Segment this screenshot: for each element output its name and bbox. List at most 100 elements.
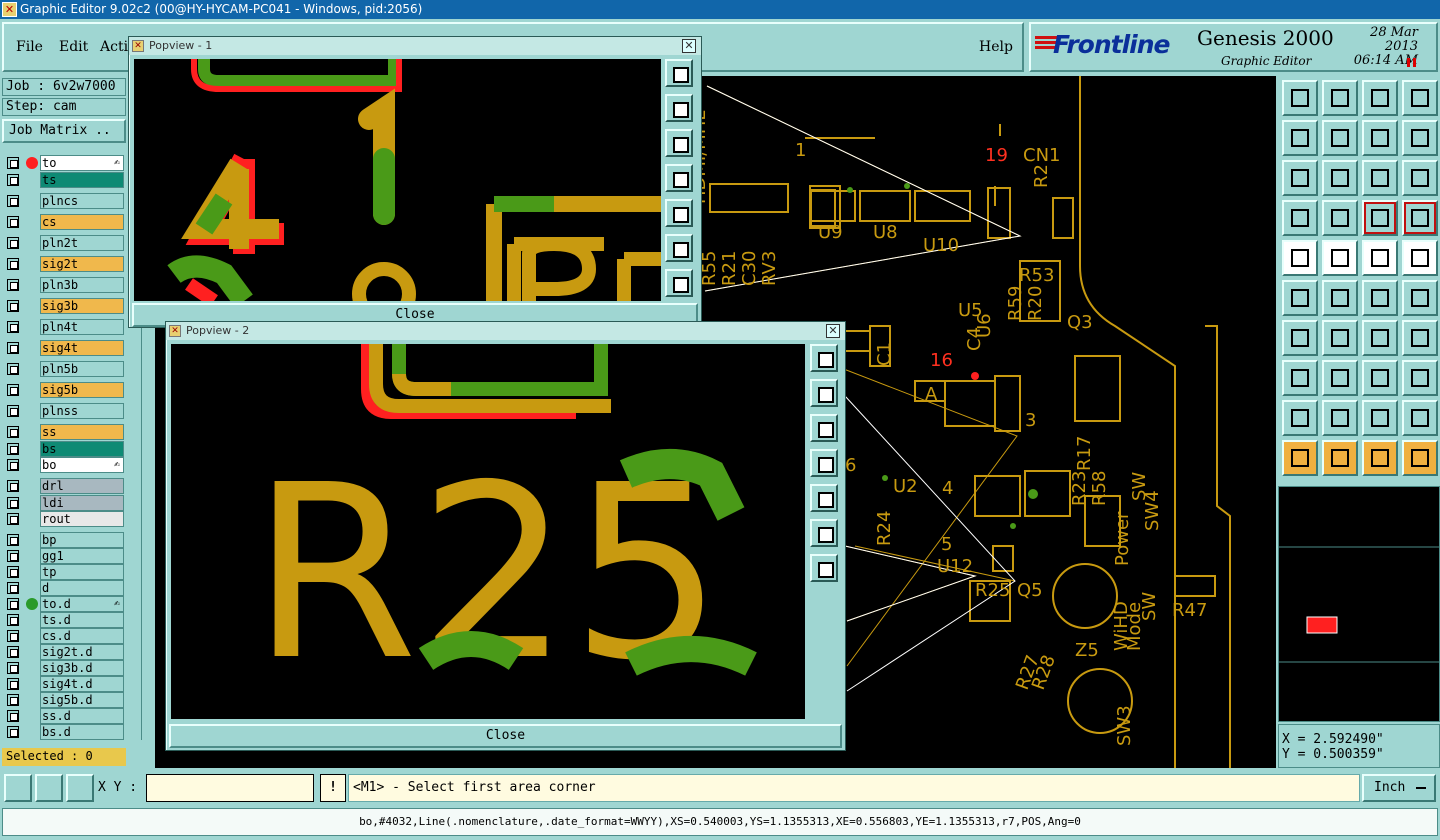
- layer-name[interactable]: plncs: [40, 193, 124, 209]
- layer-row[interactable]: sig2t: [5, 256, 125, 273]
- warning-icon[interactable]: !: [320, 774, 346, 802]
- add-pad-icon[interactable]: [1282, 360, 1318, 396]
- layer-name[interactable]: pln2t: [40, 235, 124, 251]
- net-icon[interactable]: [1362, 400, 1398, 436]
- layer-name[interactable]: sig4t: [40, 340, 124, 356]
- layer-checkbox[interactable]: [7, 678, 19, 690]
- pause-icon[interactable]: [1407, 58, 1416, 67]
- shrink-icon[interactable]: [1362, 360, 1398, 396]
- layer-name[interactable]: bp: [40, 532, 124, 548]
- layer-checkbox[interactable]: [7, 363, 19, 375]
- help-icon[interactable]: [1402, 160, 1438, 196]
- popview-2-pan-right-icon[interactable]: [810, 484, 838, 512]
- layer-row[interactable]: pln5b: [5, 361, 125, 378]
- layer-checkbox[interactable]: [7, 710, 19, 722]
- layer-checkbox[interactable]: [7, 534, 19, 546]
- layer-row[interactable]: pln4t: [5, 319, 125, 336]
- popview-2-fit-icon[interactable]: [810, 519, 838, 547]
- layer-name[interactable]: pln5b: [40, 361, 124, 377]
- triangle-icon[interactable]: [1282, 400, 1318, 436]
- popview-2-pan-left-icon[interactable]: [810, 449, 838, 477]
- layer-checkbox[interactable]: [7, 258, 19, 270]
- pointer-select-icon[interactable]: [1362, 440, 1398, 476]
- layer-row[interactable]: sig3b.d: [5, 660, 125, 677]
- layer-checkbox[interactable]: [7, 726, 19, 738]
- layer-checkbox[interactable]: [7, 513, 19, 525]
- popview-1-zoom-out-icon[interactable]: [665, 129, 693, 157]
- mini-map[interactable]: [1278, 486, 1440, 722]
- layer-checkbox[interactable]: [7, 662, 19, 674]
- layer-checkbox[interactable]: [7, 480, 19, 492]
- layer-name[interactable]: cs.d: [40, 628, 124, 644]
- home-icon[interactable]: [1362, 80, 1398, 116]
- zoom-in-icon[interactable]: [1282, 160, 1318, 196]
- layer-name[interactable]: ts: [40, 172, 124, 188]
- pad-icon[interactable]: [1402, 240, 1438, 276]
- mirror-icon[interactable]: [1362, 120, 1398, 156]
- popview-1-pan-right-icon[interactable]: [665, 199, 693, 227]
- layer-checkbox[interactable]: [7, 443, 19, 455]
- layer-checkbox[interactable]: [7, 300, 19, 312]
- menu-file[interactable]: File: [16, 39, 43, 55]
- layer-row[interactable]: plncs: [5, 193, 125, 210]
- layer-row[interactable]: ss.d: [5, 708, 125, 725]
- grid-snap-icon[interactable]: [66, 774, 94, 802]
- zoom-fit-icon[interactable]: [1322, 80, 1358, 116]
- layer-row[interactable]: tp: [5, 564, 125, 581]
- layer-checkbox[interactable]: [7, 384, 19, 396]
- move-icon[interactable]: [1362, 280, 1398, 316]
- popview-2-close-icon[interactable]: ✕: [826, 324, 840, 338]
- tools-icon[interactable]: [1282, 200, 1318, 236]
- select-icon[interactable]: [1282, 240, 1318, 276]
- layer-name[interactable]: sig3b: [40, 298, 124, 314]
- units-select[interactable]: Inch: [1362, 774, 1436, 802]
- layer-name[interactable]: gg1: [40, 548, 124, 564]
- layer-checkbox[interactable]: [7, 614, 19, 626]
- menu-actions[interactable]: Acti: [100, 39, 128, 55]
- measure-icon[interactable]: [1402, 280, 1438, 316]
- layer-name[interactable]: d: [40, 580, 124, 596]
- layer-row[interactable]: ldi: [5, 495, 125, 512]
- line-icon[interactable]: [1282, 320, 1318, 356]
- popview-2-zoom-in-icon[interactable]: [810, 379, 838, 407]
- arc-icon[interactable]: [1362, 320, 1398, 356]
- layer-name[interactable]: ss: [40, 424, 124, 440]
- layer-checkbox[interactable]: [7, 216, 19, 228]
- pointer-box-icon[interactable]: [1322, 440, 1358, 476]
- popview-1-fit-icon[interactable]: [665, 234, 693, 262]
- pointer-icon[interactable]: [1282, 440, 1318, 476]
- layer-row[interactable]: to ✍: [5, 155, 125, 172]
- layer-row[interactable]: bp: [5, 532, 125, 549]
- layer-name[interactable]: sig3b.d: [40, 660, 124, 676]
- popview-1-zoom-window-icon[interactable]: [665, 59, 693, 87]
- layer-name[interactable]: rout: [40, 511, 124, 527]
- layer-select-icon[interactable]: [1402, 200, 1438, 236]
- layer-row[interactable]: cs: [5, 214, 125, 231]
- layer-name[interactable]: bo ✍: [40, 457, 124, 473]
- pan-right-icon[interactable]: [1322, 120, 1358, 156]
- layer-name[interactable]: sig2t.d: [40, 644, 124, 660]
- layer-name[interactable]: drl: [40, 478, 124, 494]
- layer-row[interactable]: sig5b: [5, 382, 125, 399]
- layer-name[interactable]: pln3b: [40, 277, 124, 293]
- layer-checkbox[interactable]: [7, 598, 19, 610]
- cross-icon[interactable]: [1322, 280, 1358, 316]
- layer-checkbox[interactable]: [7, 550, 19, 562]
- layer-checkbox[interactable]: [7, 694, 19, 706]
- layer-name[interactable]: ts.d: [40, 612, 124, 628]
- layer-checkbox[interactable]: [7, 342, 19, 354]
- layer-row[interactable]: gg1: [5, 548, 125, 565]
- zoom-window-icon[interactable]: [1282, 80, 1318, 116]
- layer-row[interactable]: bs: [5, 441, 125, 458]
- layer-row[interactable]: ts.d: [5, 612, 125, 629]
- layer-checkbox[interactable]: [7, 195, 19, 207]
- layer-checkbox[interactable]: [7, 582, 19, 594]
- layer-name[interactable]: plnss: [40, 403, 124, 419]
- layer-row[interactable]: pln2t: [5, 235, 125, 252]
- layer-row[interactable]: sig4t.d: [5, 676, 125, 693]
- layer-checkbox[interactable]: [7, 566, 19, 578]
- split-view-icon[interactable]: [1402, 80, 1438, 116]
- layer-name[interactable]: cs: [40, 214, 124, 230]
- zoom-out-icon[interactable]: [1322, 160, 1358, 196]
- ring-icon[interactable]: [1402, 360, 1438, 396]
